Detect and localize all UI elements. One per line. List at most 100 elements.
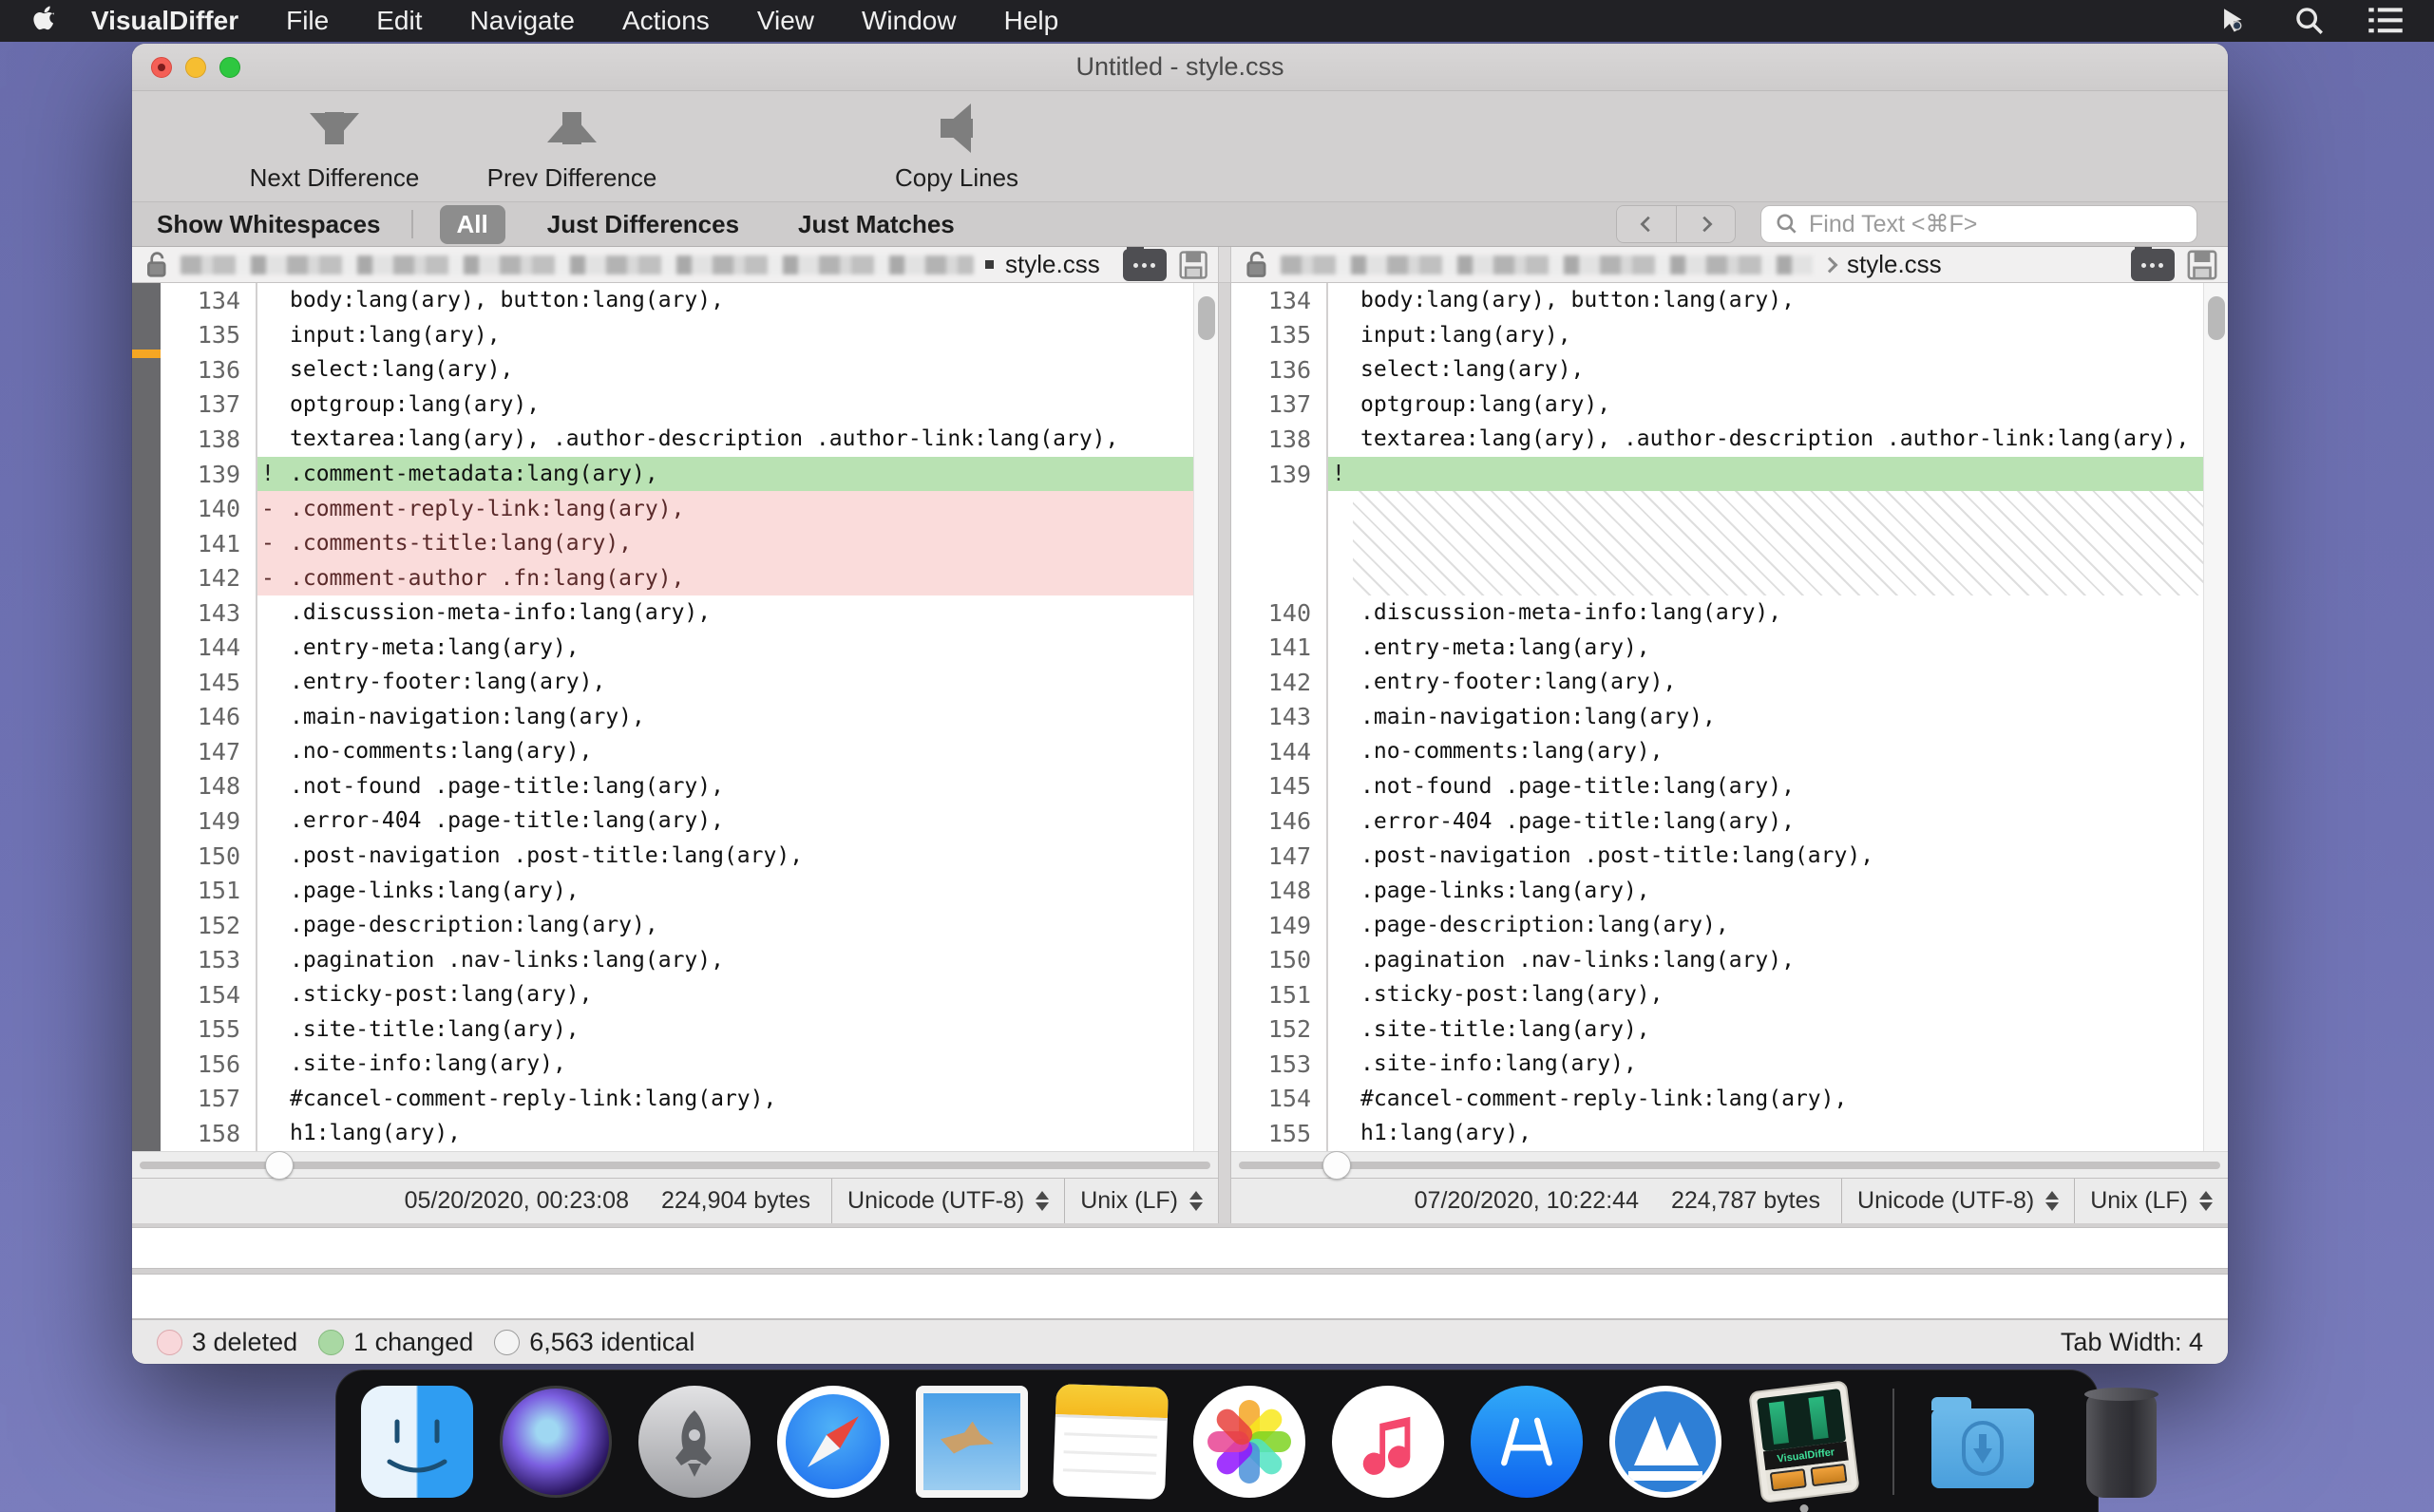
right-vertical-scrollbar[interactable] [2203,283,2228,1151]
menu-app-name[interactable]: VisualDiffer [91,6,238,36]
code-line[interactable]: 134body:lang(ary), button:lang(ary), [161,283,1193,318]
code-line[interactable]: 142.entry-footer:lang(ary), [1231,665,2203,700]
code-line[interactable]: 153.pagination .nav-links:lang(ary), [161,942,1193,977]
launchpad-dock-icon[interactable] [638,1386,751,1498]
code-line[interactable]: 145.entry-footer:lang(ary), [161,665,1193,700]
segment-just-differences[interactable]: Just Differences [530,205,756,244]
code-line[interactable]: 140.discussion-meta-info:lang(ary), [1231,595,2203,631]
find-previous-button[interactable] [1617,206,1676,242]
list-icon[interactable] [2364,5,2407,37]
apple-logo-icon[interactable] [27,5,65,37]
missing-lines-gap[interactable] [1231,491,2203,595]
mail-dock-icon[interactable] [916,1386,1028,1498]
code-line[interactable]: 145.not-found .page-title:lang(ary), [1231,769,2203,804]
pane-divider[interactable] [1218,283,1231,1151]
prev-difference-button[interactable]: Prev Difference [453,99,691,193]
code-line[interactable]: 141.entry-meta:lang(ary), [1231,631,2203,666]
menu-window[interactable]: Window [862,6,957,36]
left-line-ending-select[interactable]: Unix (LF) [1064,1179,1218,1223]
next-difference-button[interactable]: Next Difference [216,99,453,193]
code-line[interactable]: 154#cancel-comment-reply-link:lang(ary), [1231,1082,2203,1117]
code-line[interactable]: 144.no-comments:lang(ary), [1231,734,2203,769]
code-line[interactable]: 136select:lang(ary), [1231,352,2203,387]
title-bar[interactable]: Untitled - style.css [132,44,2228,91]
code-line[interactable]: 152.site-title:lang(ary), [1231,1012,2203,1048]
menu-help[interactable]: Help [1004,6,1059,36]
save-icon[interactable] [1178,249,1208,281]
code-line[interactable]: 149.page-description:lang(ary), [1231,908,2203,943]
scrollbar-thumb[interactable] [1198,296,1215,340]
code-line[interactable]: 139! [1231,457,2203,492]
code-line[interactable]: 154.sticky-post:lang(ary), [161,977,1193,1012]
save-icon[interactable] [2186,249,2218,281]
app-store-dock-icon[interactable] [1471,1386,1583,1498]
show-whitespaces-toggle[interactable]: Show Whitespaces [157,210,381,239]
photos-dock-icon[interactable] [1193,1386,1305,1498]
code-line[interactable]: 142-.comment-author .fn:lang(ary), [161,560,1193,595]
mountain-app-dock-icon[interactable] [1609,1386,1721,1498]
menu-view[interactable]: View [757,6,814,36]
finder-dock-icon[interactable] [361,1386,473,1498]
spotlight-search-icon[interactable] [2288,5,2331,37]
code-line[interactable]: 146.main-navigation:lang(ary), [161,700,1193,735]
visualdiffer-dock-icon[interactable]: VisualDiffer [1748,1386,1860,1498]
pointer-icon[interactable] [2212,5,2255,37]
code-line[interactable]: 150.pagination .nav-links:lang(ary), [1231,942,2203,977]
left-file-path-bar[interactable]: style.css [132,247,1218,282]
find-text-input[interactable]: Find Text <⌘F> [1760,205,2197,243]
code-line[interactable]: 136select:lang(ary), [161,352,1193,387]
safari-dock-icon[interactable] [777,1386,889,1498]
find-next-button[interactable] [1676,206,1735,242]
code-line[interactable]: 147.no-comments:lang(ary), [161,734,1193,769]
left-code-pane[interactable]: 134body:lang(ary), button:lang(ary),135i… [132,283,1218,1151]
code-line[interactable]: 137optgroup:lang(ary), [161,387,1193,423]
menu-edit[interactable]: Edit [376,6,422,36]
menu-navigate[interactable]: Navigate [469,6,575,36]
code-line[interactable]: 158h1:lang(ary), [161,1116,1193,1151]
left-vertical-scrollbar[interactable] [1193,283,1218,1151]
siri-dock-icon[interactable] [500,1386,612,1498]
notes-dock-icon[interactable] [1053,1383,1169,1499]
code-line[interactable]: 153.site-info:lang(ary), [1231,1047,2203,1082]
code-line[interactable]: 144.entry-meta:lang(ary), [161,630,1193,665]
itunes-dock-icon[interactable] [1332,1386,1444,1498]
trash-dock-icon[interactable] [2065,1386,2177,1498]
code-line[interactable]: 135input:lang(ary), [1231,318,2203,353]
code-line[interactable]: 138textarea:lang(ary), .author-descripti… [161,422,1193,457]
open-folder-icon[interactable] [2131,249,2175,281]
left-horizontal-scrollbar[interactable] [132,1151,1218,1178]
code-line[interactable]: 152.page-description:lang(ary), [161,908,1193,943]
copy-lines-button[interactable]: Copy Lines [852,99,1061,193]
code-line[interactable]: 143.discussion-meta-info:lang(ary), [161,595,1193,631]
code-line[interactable]: 138textarea:lang(ary), .author-descripti… [1231,422,2203,457]
left-encoding-select[interactable]: Unicode (UTF-8) [831,1179,1064,1223]
code-line[interactable]: 150.post-navigation .post-title:lang(ary… [161,839,1193,874]
code-line[interactable]: 147.post-navigation .post-title:lang(ary… [1231,839,2203,874]
code-line[interactable]: 155.site-title:lang(ary), [161,1011,1193,1047]
code-line[interactable]: 135input:lang(ary), [161,318,1193,353]
code-line[interactable]: 148.page-links:lang(ary), [1231,873,2203,908]
code-line[interactable]: 151.sticky-post:lang(ary), [1231,977,2203,1012]
code-line[interactable]: 141-.comments-title:lang(ary), [161,526,1193,561]
code-line[interactable]: 137optgroup:lang(ary), [1231,387,2203,423]
right-horizontal-scrollbar[interactable] [1231,1151,2228,1178]
menu-file[interactable]: File [286,6,329,36]
code-line[interactable]: 134body:lang(ary), button:lang(ary), [1231,283,2203,318]
code-line[interactable]: 157#cancel-comment-reply-link:lang(ary), [161,1082,1193,1117]
code-line[interactable]: 143.main-navigation:lang(ary), [1231,700,2203,735]
scrollbar-thumb[interactable] [2208,296,2225,340]
code-line[interactable]: 149.error-404 .page-title:lang(ary), [161,803,1193,839]
segment-all[interactable]: All [440,205,505,244]
code-line[interactable]: 139!.comment-metadata:lang(ary), [161,457,1193,492]
diff-overview-map[interactable] [132,283,161,1151]
code-line[interactable]: 140-.comment-reply-link:lang(ary), [161,491,1193,526]
code-line[interactable]: 155h1:lang(ary), [1231,1116,2203,1151]
code-line[interactable]: 148.not-found .page-title:lang(ary), [161,769,1193,804]
right-code-pane[interactable]: 134body:lang(ary), button:lang(ary),135i… [1231,283,2228,1151]
scrollbar-thumb[interactable] [1322,1151,1351,1180]
code-line[interactable]: 146.error-404 .page-title:lang(ary), [1231,803,2203,839]
right-encoding-select[interactable]: Unicode (UTF-8) [1841,1179,2074,1223]
open-folder-icon[interactable] [1123,249,1167,281]
downloads-dock-icon[interactable] [1927,1386,2039,1498]
menu-actions[interactable]: Actions [622,6,710,36]
